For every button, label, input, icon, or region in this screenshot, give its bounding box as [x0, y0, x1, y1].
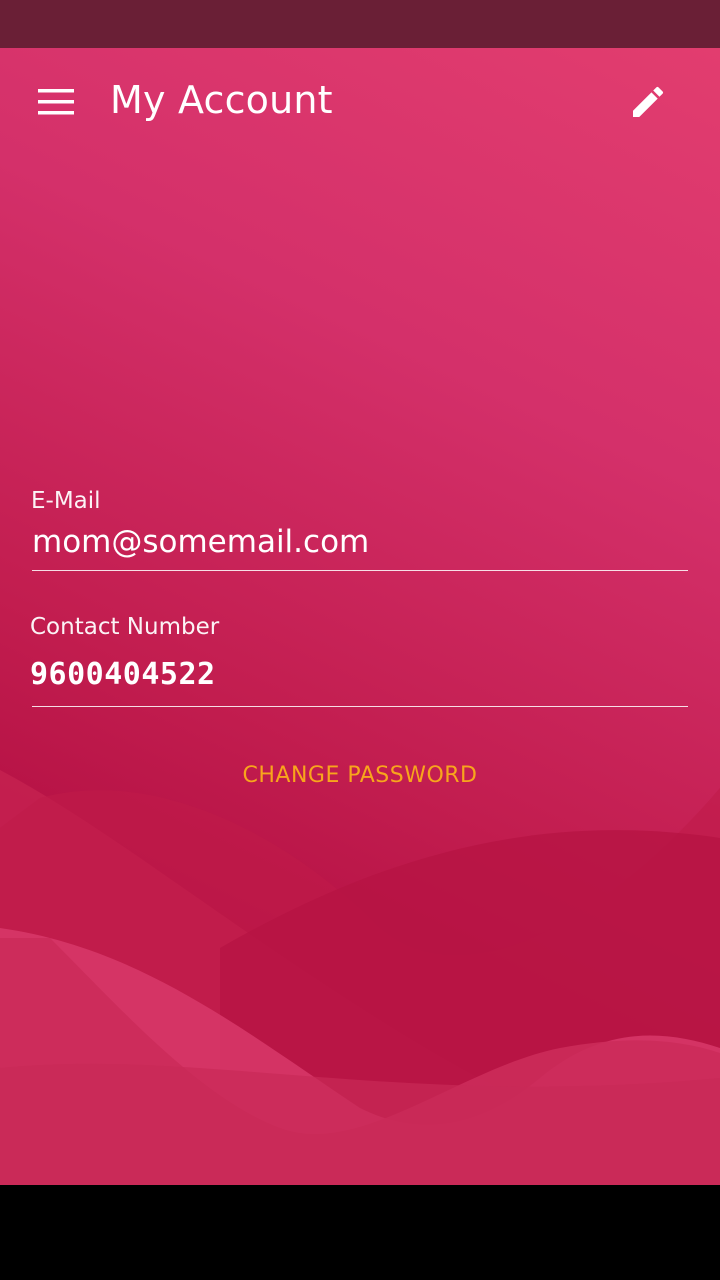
email-label: E-Mail	[31, 488, 101, 514]
pencil-edit-icon	[633, 86, 664, 117]
email-field-underline	[32, 570, 688, 571]
change-password-button[interactable]: CHANGE PASSWORD	[160, 756, 560, 796]
contact-number-field-underline	[32, 706, 688, 707]
my-account-screen: My Account E-Mail Contact Number CHANGE …	[0, 48, 720, 1185]
contact-number-field[interactable]	[30, 653, 680, 697]
menu-button[interactable]	[24, 74, 88, 130]
hamburger-menu-icon	[38, 89, 74, 115]
edit-button[interactable]	[618, 74, 678, 130]
page-title: My Account	[110, 78, 333, 122]
navigation-bar	[0, 1185, 720, 1280]
email-field[interactable]	[32, 520, 682, 564]
status-bar	[0, 0, 720, 48]
app-bar: My Account	[0, 48, 720, 154]
contact-number-label: Contact Number	[30, 614, 220, 640]
screen: My Account E-Mail Contact Number CHANGE …	[0, 0, 720, 1280]
